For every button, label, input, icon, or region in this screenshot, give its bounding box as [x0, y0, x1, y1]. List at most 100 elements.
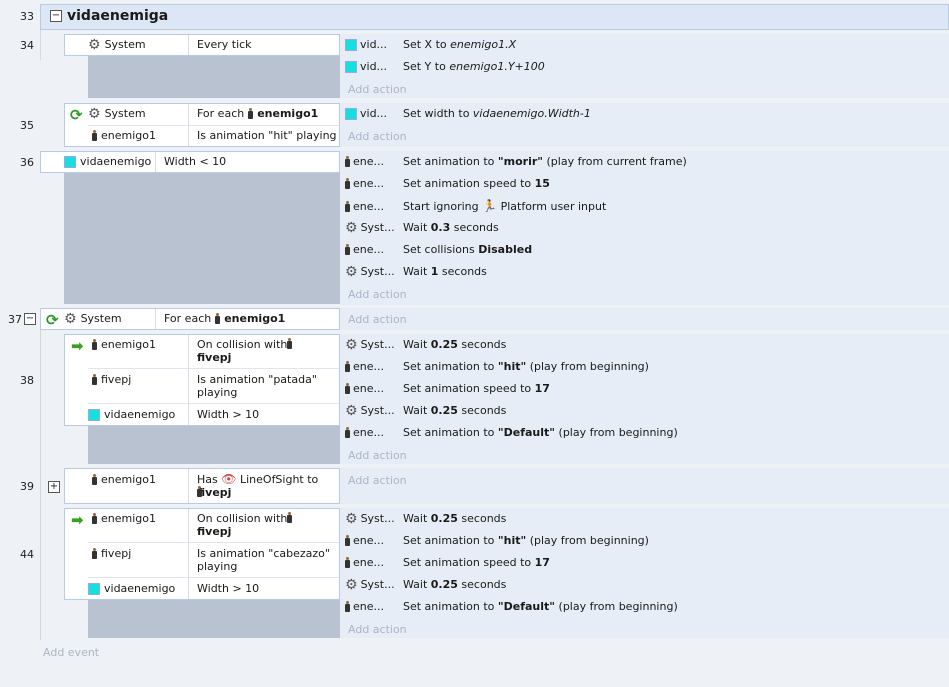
- line-number: 33: [20, 10, 34, 23]
- condition-row[interactable]: ⚙ System: [64, 312, 122, 326]
- action-row[interactable]: ene... Set animation to "Default" (play …: [345, 600, 678, 613]
- action-row[interactable]: ene... Set collisions Disabled: [345, 243, 532, 256]
- action-row[interactable]: ene... Set animation to "hit" (play from…: [345, 534, 649, 547]
- action-object: ene...: [353, 382, 384, 395]
- line-number: 36: [20, 156, 34, 169]
- condition-object: System: [104, 107, 146, 120]
- action-object: ene...: [353, 177, 384, 190]
- column-separator: [188, 35, 189, 55]
- condition-object: fivepj: [101, 547, 132, 560]
- condition-row[interactable]: enemigo1: [92, 129, 156, 142]
- collapse-toggle[interactable]: −: [50, 10, 62, 22]
- empty-condition-area: [64, 173, 340, 304]
- condition-row[interactable]: vidaenemigo: [88, 408, 175, 421]
- actions-block: [340, 308, 949, 330]
- action-row[interactable]: ⚙ Syst... Wait 0.3 seconds: [345, 221, 499, 234]
- actions-block: [340, 508, 949, 638]
- sprite-icon: [64, 155, 76, 168]
- action-row[interactable]: ⚙ Syst... Wait 0.25 seconds: [345, 578, 506, 591]
- sprite-person-icon: [345, 200, 350, 212]
- action-row[interactable]: ene... Set animation speed to 17: [345, 556, 550, 569]
- line-number: 35: [20, 119, 34, 132]
- sprite-person-icon: [92, 374, 97, 385]
- add-action-link[interactable]: Add action: [348, 449, 407, 462]
- add-action-link[interactable]: Add action: [348, 474, 407, 487]
- sprite-person-icon: [345, 557, 350, 568]
- gear-icon: ⚙: [345, 404, 358, 417]
- condition-text: For each enemigo1: [197, 107, 319, 120]
- sprite-icon: [88, 582, 100, 595]
- column-separator: [188, 469, 189, 503]
- sprite-person-icon: [92, 474, 97, 485]
- action-object: Syst...: [360, 265, 395, 278]
- condition-object: fivepj: [101, 373, 132, 386]
- action-object: ene...: [353, 600, 384, 613]
- add-action-link[interactable]: Add action: [348, 130, 407, 143]
- trigger-arrow-icon: ➡: [71, 337, 84, 355]
- condition-row[interactable]: fivepj: [92, 373, 131, 386]
- action-row[interactable]: ⚙ Syst... Wait 0.25 seconds: [345, 404, 506, 417]
- condition-object: System: [80, 312, 122, 325]
- action-row[interactable]: ⚙ Syst... Wait 0.25 seconds: [345, 512, 506, 525]
- condition-text: Width < 10: [164, 155, 227, 168]
- condition-row[interactable]: vidaenemigo: [88, 582, 175, 595]
- condition-row[interactable]: ⚙ System: [88, 107, 146, 121]
- action-text: Wait 0.25 seconds: [403, 338, 507, 351]
- action-text: Set animation speed to 17: [403, 556, 550, 569]
- add-action-link[interactable]: Add action: [348, 313, 407, 326]
- add-action-link[interactable]: Add action: [348, 83, 407, 96]
- condition-row[interactable]: enemigo1: [92, 473, 156, 486]
- row-separator: [88, 125, 339, 126]
- trigger-arrow-icon: ➡: [71, 511, 84, 529]
- condition-text: Width > 10: [197, 408, 260, 421]
- sprite-person-icon: [345, 383, 350, 394]
- condition-row[interactable]: fivepj: [92, 547, 131, 560]
- action-text: Wait 0.25 seconds: [403, 512, 507, 525]
- action-row[interactable]: ene... Set animation speed to 15: [345, 177, 550, 190]
- action-row[interactable]: vid... Set X to enemigo1.X: [345, 38, 516, 51]
- action-object: Syst...: [360, 404, 395, 417]
- condition-text: Width > 10: [197, 582, 260, 595]
- collapse-toggle[interactable]: −: [24, 313, 36, 325]
- action-row[interactable]: vid... Set Y to enemigo1.Y+100: [345, 60, 545, 73]
- action-row[interactable]: ⚙ Syst... Wait 1 seconds: [345, 265, 487, 278]
- gear-icon: ⚙: [345, 512, 358, 525]
- action-object: ene...: [353, 534, 384, 547]
- empty-condition-area: [88, 426, 340, 464]
- sprite-person-icon: [345, 535, 350, 546]
- action-row[interactable]: ⚙ Syst... Wait 0.25 seconds: [345, 338, 506, 351]
- add-action-link[interactable]: Add action: [348, 623, 407, 636]
- condition-row[interactable]: enemigo1: [92, 512, 156, 525]
- condition-object: enemigo1: [101, 473, 156, 486]
- action-object: Syst...: [360, 578, 395, 591]
- add-action-link[interactable]: Add action: [348, 288, 407, 301]
- add-event-link[interactable]: Add event: [43, 646, 99, 659]
- condition-text: Every tick: [197, 38, 252, 51]
- action-row[interactable]: ene... Set animation speed to 17: [345, 382, 550, 395]
- action-text: Set animation to "hit" (play from beginn…: [403, 534, 649, 547]
- action-row[interactable]: vid... Set width to vidaenemigo.Width-1: [345, 107, 591, 120]
- sprite-person-icon: [92, 130, 97, 141]
- group-header[interactable]: [40, 4, 949, 30]
- action-row[interactable]: ene... Set animation to "morir" (play fr…: [345, 155, 687, 168]
- condition-object: enemigo1: [101, 129, 156, 142]
- condition-row[interactable]: ⚙ System: [88, 38, 146, 52]
- sprite-person-icon: [345, 244, 350, 255]
- line-number: 44: [20, 548, 34, 561]
- action-text: Set animation to "Default" (play from be…: [403, 426, 678, 439]
- condition-text: On collision with fivepj: [197, 338, 288, 364]
- column-separator: [155, 309, 156, 329]
- sprite-person-icon: [345, 178, 350, 189]
- action-object: Syst...: [360, 338, 395, 351]
- action-row[interactable]: ene... Set animation to "Default" (play …: [345, 426, 678, 439]
- expand-toggle[interactable]: +: [48, 481, 60, 493]
- action-row[interactable]: ene... Set animation to "hit" (play from…: [345, 360, 649, 373]
- action-text: Wait 0.25 seconds: [403, 578, 507, 591]
- condition-row[interactable]: enemigo1: [92, 338, 156, 351]
- gear-icon: ⚙: [345, 578, 358, 591]
- condition-object: enemigo1: [101, 512, 156, 525]
- condition-row[interactable]: vidaenemigo: [64, 155, 151, 168]
- action-object: ene...: [353, 199, 384, 213]
- action-row[interactable]: ene... Start ignoring 🏃 Platform user in…: [345, 199, 606, 213]
- column-separator: [188, 509, 189, 599]
